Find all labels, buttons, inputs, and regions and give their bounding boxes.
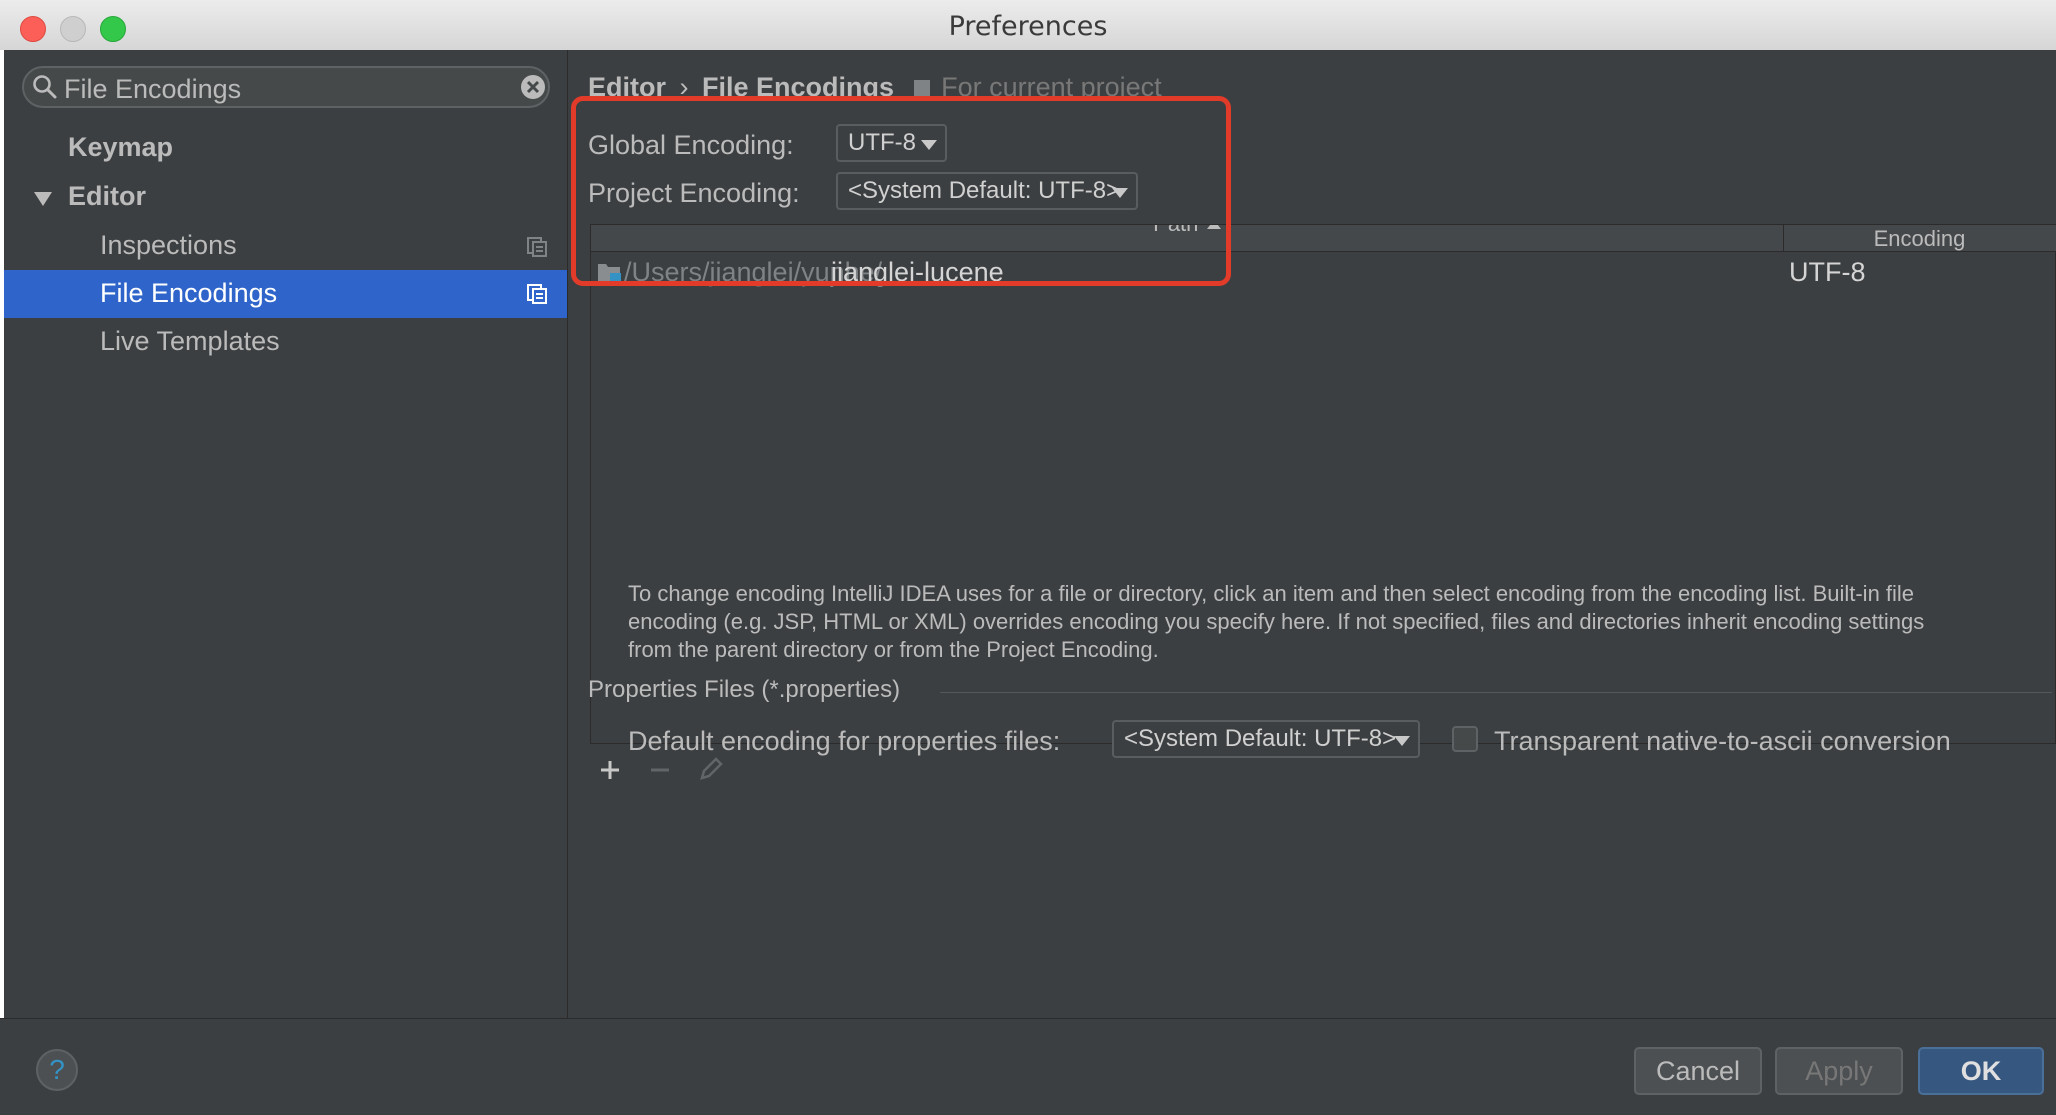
breadcrumb-separator: › xyxy=(679,72,689,96)
chevron-down-icon xyxy=(1394,736,1410,746)
project-scope-icon xyxy=(527,237,547,257)
description-line: To change encoding IntelliJ IDEA uses fo… xyxy=(628,581,1915,606)
edit-icon[interactable] xyxy=(698,756,724,782)
ok-button[interactable]: OK xyxy=(1918,1047,2044,1095)
encodings-table[interactable]: Path Encoding /Users/jianglei/yunhe/ jia… xyxy=(590,224,2056,744)
title-bar: Preferences xyxy=(0,0,2056,51)
column-header-encoding[interactable]: Encoding xyxy=(1784,225,2055,251)
sidebar-item-inspections[interactable]: Inspections xyxy=(100,230,237,261)
expand-triangle-icon[interactable] xyxy=(32,190,54,208)
sidebar-item-label: Inspections xyxy=(100,230,237,260)
sidebar-item-live-templates[interactable]: Live Templates xyxy=(100,326,280,357)
project-scope-icon xyxy=(527,284,547,304)
row-encoding[interactable]: UTF-8 xyxy=(1789,257,1866,288)
main-panel: Editor › File Encodings For current proj… xyxy=(568,50,2056,1018)
dialog-footer: ? Cancel Apply OK xyxy=(0,1018,2056,1115)
help-icon: ? xyxy=(49,1054,65,1085)
add-icon[interactable] xyxy=(598,758,622,782)
help-button[interactable]: ? xyxy=(36,1049,78,1091)
sidebar-item-label: Editor xyxy=(68,181,146,211)
sidebar-item-label: Live Templates xyxy=(100,326,280,356)
breadcrumb-scope: For current project xyxy=(941,72,1162,96)
properties-encoding-dropdown[interactable]: <System Default: UTF-8> xyxy=(1112,720,1420,758)
description-line: encoding (e.g. JSP, HTML or XML) overrid… xyxy=(628,609,1925,634)
settings-search-field[interactable]: File Encodings xyxy=(22,66,550,108)
transparent-label: Transparent native-to-ascii conversion xyxy=(1494,726,1951,756)
sidebar-item-label: File Encodings xyxy=(100,278,278,308)
clear-search-icon[interactable] xyxy=(520,74,546,100)
sidebar: File Encodings Keymap Editor Inspections… xyxy=(4,50,568,1018)
properties-default-label: Default encoding for properties files: xyxy=(628,726,1061,756)
sidebar-item-keymap[interactable]: Keymap xyxy=(68,132,173,163)
sidebar-item-file-encodings[interactable]: File Encodings xyxy=(4,270,567,318)
breadcrumb-editor: Editor xyxy=(588,72,666,96)
remove-icon[interactable] xyxy=(648,758,672,782)
breadcrumb: Editor › File Encodings For current proj… xyxy=(588,72,1162,96)
highlight-annotation xyxy=(571,96,1231,286)
sidebar-item-editor[interactable]: Editor xyxy=(68,181,146,212)
apply-button[interactable]: Apply xyxy=(1775,1047,1903,1095)
search-input[interactable]: File Encodings xyxy=(64,74,241,105)
transparent-checkbox[interactable] xyxy=(1452,726,1478,752)
properties-section-title: Properties Files (*.properties) xyxy=(588,676,901,703)
properties-encoding-value: <System Default: UTF-8> xyxy=(1124,725,1397,752)
description-line: from the parent directory or from the Pr… xyxy=(628,637,1159,662)
project-scope-icon xyxy=(913,80,930,96)
encoding-description: To change encoding IntelliJ IDEA uses fo… xyxy=(628,580,2048,664)
window-title: Preferences xyxy=(948,11,1108,42)
section-separator xyxy=(940,692,2052,693)
search-icon xyxy=(33,75,57,99)
breadcrumb-file-encodings: File Encodings xyxy=(702,72,895,96)
sidebar-item-label: Keymap xyxy=(68,132,174,162)
cancel-button[interactable]: Cancel xyxy=(1634,1047,1762,1095)
